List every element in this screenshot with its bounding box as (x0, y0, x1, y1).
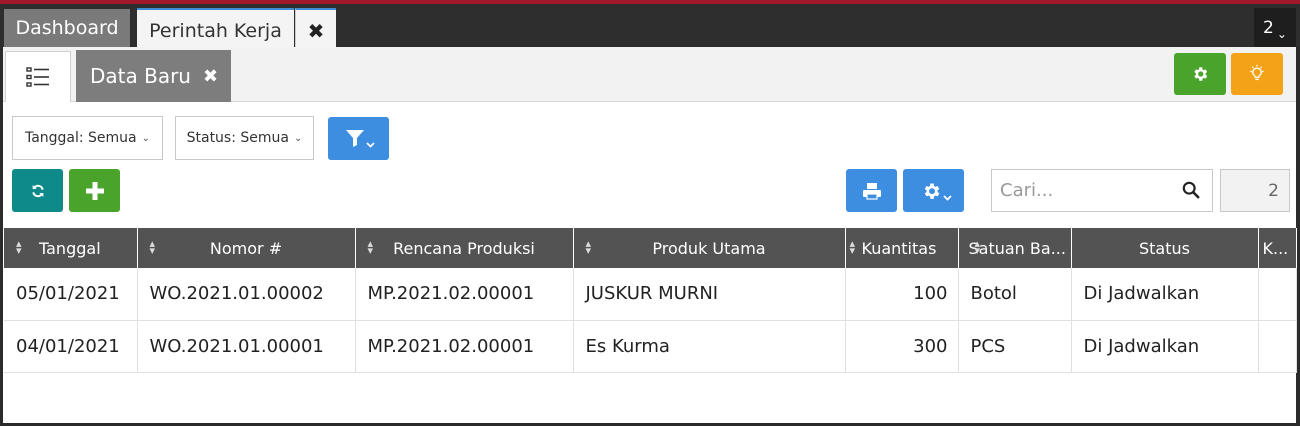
cell-unit: Botol (958, 268, 1072, 321)
options-dropdown-button[interactable] (903, 169, 964, 212)
open-tabs-count-button[interactable]: 2 ⌄ (1254, 8, 1296, 47)
tab-new-data[interactable]: Data Baru ✖ (76, 50, 231, 102)
column-header-main-product[interactable]: ▴ ▾ Produk Utama (573, 228, 846, 268)
page-number: 2 (1268, 180, 1279, 201)
tab-new-data-label: Data Baru (90, 64, 191, 88)
top-tab-bar: Dashboard Perintah Kerja ✖ 2 ⌄ (0, 0, 1300, 51)
refresh-icon (31, 184, 44, 197)
sort-icon: ▴ ▾ (974, 237, 981, 257)
chevron-down-icon: ⌄ (141, 132, 151, 144)
column-header-extra[interactable]: K... (1258, 228, 1297, 268)
column-header-unit[interactable]: ▴ ▾ Satuan Ba... (958, 228, 1072, 268)
settings-button[interactable] (1174, 53, 1226, 95)
gear-icon (924, 183, 952, 201)
close-icon: ✖ (307, 18, 325, 43)
sort-icon: ▴ ▾ (367, 237, 374, 257)
table-header-row: ▴ ▾ Tanggal ▴ ▾ Nomor # ▴ ▾ Rencana Produksi ▴… (4, 228, 1297, 268)
column-header-production-plan[interactable]: ▴ ▾ Rencana Produksi (355, 228, 574, 268)
status-filter-label: Status: Semua (186, 130, 289, 146)
gear-icon (1194, 67, 1208, 81)
add-button[interactable] (69, 169, 120, 212)
cell-date: 05/01/2021 (4, 268, 138, 321)
column-header-date[interactable]: ▴ ▾ Tanggal (4, 228, 138, 268)
column-header-number[interactable]: ▴ ▾ Nomor # (137, 228, 356, 268)
refresh-button[interactable] (12, 169, 63, 212)
cell-production-plan: MP.2021.02.00001 (355, 268, 574, 321)
funnel-icon (345, 129, 375, 148)
sub-tab-bar: Data Baru ✖ (3, 47, 1296, 102)
date-filter-dropdown[interactable]: Tanggal: Semua ⌄ (12, 116, 163, 160)
filter-button[interactable] (328, 117, 389, 160)
sort-icon: ▴ ▾ (849, 237, 856, 257)
table-row[interactable]: 05/01/2021 WO.2021.01.00002 MP.2021.02.0… (4, 268, 1297, 321)
column-header-status[interactable]: Status (1071, 228, 1259, 268)
cell-unit: PCS (958, 320, 1072, 373)
chevron-down-icon: ⌄ (1276, 26, 1287, 41)
cell-quantity: 100 (845, 268, 959, 321)
sort-icon: ▴ ▾ (585, 237, 592, 257)
cell-extra (1258, 320, 1297, 373)
column-header-quantity[interactable]: ▴ ▾ Kuantitas (845, 228, 959, 268)
open-tabs-count: 2 (1263, 17, 1274, 38)
cell-status: Di Jadwalkan (1071, 268, 1259, 321)
cell-date: 04/01/2021 (4, 320, 138, 373)
work-order-table: ▴ ▾ Tanggal ▴ ▾ Nomor # ▴ ▾ Rencana Produksi ▴… (4, 228, 1297, 373)
tab-work-order-label: Perintah Kerja (149, 19, 282, 42)
status-filter-dropdown[interactable]: Status: Semua ⌄ (175, 116, 314, 160)
sort-icon: ▴ ▾ (16, 237, 22, 257)
cell-quantity: 300 (845, 320, 959, 373)
date-filter-label: Tanggal: Semua (24, 130, 137, 146)
cell-main-product: JUSKUR MURNI (573, 268, 846, 321)
printer-icon (862, 182, 881, 200)
chevron-down-icon: ⌄ (293, 132, 303, 144)
print-button[interactable] (846, 169, 897, 212)
page-number-field[interactable]: 2 (1220, 169, 1290, 212)
search-icon[interactable] (1182, 181, 1200, 199)
tips-button[interactable] (1231, 53, 1283, 95)
table-row[interactable]: 04/01/2021 WO.2021.01.00001 MP.2021.02.0… (4, 320, 1297, 373)
cell-number: WO.2021.01.00002 (137, 268, 356, 321)
cell-number: WO.2021.01.00001 (137, 320, 356, 373)
list-view-tab[interactable] (5, 51, 71, 102)
sort-icon: ▴ ▾ (149, 237, 156, 257)
tab-dashboard-label: Dashboard (15, 17, 119, 39)
cell-main-product: Es Kurma (573, 320, 846, 373)
lightbulb-icon (1250, 64, 1264, 81)
cell-production-plan: MP.2021.02.00001 (355, 320, 574, 373)
tab-close-button[interactable]: ✖ (295, 8, 336, 51)
tab-dashboard[interactable]: Dashboard (4, 9, 130, 47)
cell-status: Di Jadwalkan (1071, 320, 1259, 373)
close-icon[interactable]: ✖ (203, 66, 218, 87)
list-icon (26, 67, 49, 87)
cell-extra (1258, 268, 1297, 321)
search-input[interactable] (1000, 180, 1180, 201)
search-box[interactable] (991, 169, 1213, 212)
plus-icon (85, 181, 104, 200)
tab-work-order[interactable]: Perintah Kerja (137, 8, 294, 51)
